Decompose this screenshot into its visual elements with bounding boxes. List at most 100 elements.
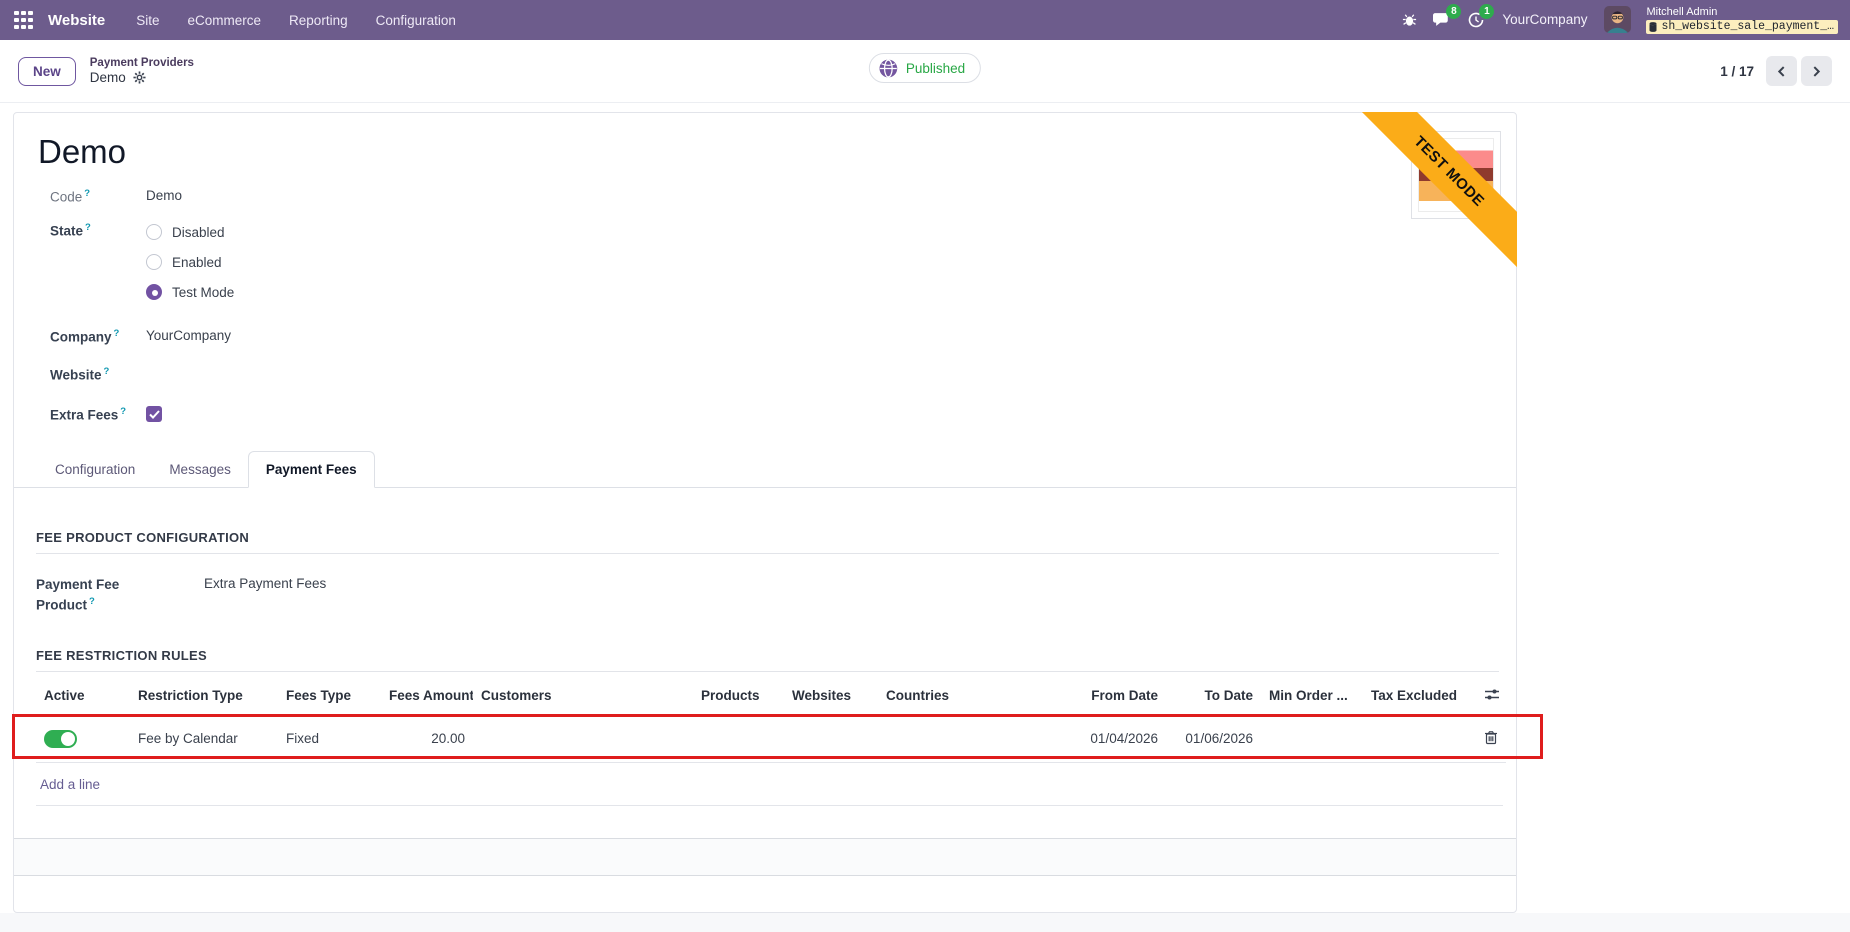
provider-image[interactable] [1411, 131, 1501, 219]
col-from-date[interactable]: From Date [956, 678, 1166, 716]
breadcrumb: Payment Providers Demo [90, 57, 194, 85]
company-label: Company [50, 330, 112, 345]
globe-icon [879, 59, 898, 78]
field-extra-fees: Extra Fees? [50, 406, 1516, 426]
cell-fees-type[interactable]: Fixed [278, 715, 381, 762]
database-badge: sh_website_sale_payment_… [1646, 20, 1838, 35]
delete-row-icon[interactable] [1484, 730, 1498, 745]
col-to-date[interactable]: To Date [1166, 678, 1261, 716]
website-label: Website [50, 368, 102, 383]
top-navbar: Website Site eCommerce Reporting Configu… [0, 0, 1850, 40]
extra-fees-help-icon[interactable]: ? [120, 406, 126, 417]
form-view: TEST MODE Demo Code? Demo State? Disable… [0, 112, 1850, 932]
new-button[interactable]: New [18, 57, 76, 86]
state-option-disabled[interactable]: Disabled [146, 222, 234, 242]
messages-count-badge: 8 [1446, 4, 1461, 19]
form-sheet: TEST MODE Demo Code? Demo State? Disable… [13, 112, 1517, 913]
breadcrumb-current: Demo [90, 70, 126, 85]
database-icon [1649, 22, 1657, 32]
field-code: Code? Demo [50, 188, 1516, 208]
col-products[interactable]: Products [693, 678, 784, 716]
radio-test-mode[interactable] [146, 284, 162, 300]
company-help-icon[interactable]: ? [114, 328, 120, 339]
published-toggle[interactable]: Published [869, 53, 981, 83]
list-footer-stripe [14, 838, 1516, 876]
fee-rule-row[interactable]: Fee by Calendar Fixed 20.00 01/04/2026 0… [36, 715, 1506, 762]
field-company: Company? YourCompany [50, 328, 1516, 348]
col-customers[interactable]: Customers [473, 678, 693, 716]
tab-messages[interactable]: Messages [152, 452, 248, 487]
pager-count: 1 / 17 [1720, 64, 1754, 79]
cell-tax-excluded[interactable] [1363, 715, 1476, 762]
menu-configuration[interactable]: Configuration [365, 8, 467, 33]
code-value: Demo [146, 188, 182, 208]
col-active[interactable]: Active [36, 678, 130, 716]
activity-count-badge: 1 [1479, 4, 1494, 19]
state-option-enabled[interactable]: Enabled [146, 252, 234, 272]
checkmark-icon [149, 410, 160, 419]
tab-payment-fees[interactable]: Payment Fees [248, 451, 375, 488]
pager-next-button[interactable] [1801, 56, 1832, 86]
col-websites[interactable]: Websites [784, 678, 878, 716]
user-menu[interactable]: Mitchell Admin sh_website_sale_payment_… [1646, 6, 1838, 35]
tab-configuration[interactable]: Configuration [38, 452, 152, 487]
cell-restriction-type[interactable]: Fee by Calendar [130, 715, 278, 762]
field-state: State? Disabled Enabled Test Mode [50, 222, 1516, 302]
field-payment-fee-product: Payment Fee Product? Extra Payment Fees [36, 576, 1499, 615]
website-help-icon[interactable]: ? [104, 366, 110, 377]
extra-fees-label: Extra Fees [50, 408, 118, 423]
state-help-icon[interactable]: ? [85, 222, 91, 233]
add-a-line-link[interactable]: Add a line [36, 763, 1503, 806]
col-fees-amount[interactable]: Fees Amount [381, 678, 473, 716]
cell-to-date[interactable]: 01/06/2026 [1166, 715, 1261, 762]
company-switcher[interactable]: YourCompany [1502, 12, 1587, 27]
messages-icon[interactable]: 8 [1433, 11, 1452, 28]
pager-previous-button[interactable] [1766, 56, 1797, 86]
gear-icon[interactable] [133, 71, 146, 84]
cell-fees-amount[interactable]: 20.00 [381, 715, 473, 762]
col-min-order[interactable]: Min Order ... [1261, 678, 1363, 716]
payment-fee-product-label: Payment Fee Product [36, 577, 119, 612]
payment-fee-product-help-icon[interactable]: ? [89, 596, 95, 607]
cell-products[interactable] [693, 715, 784, 762]
menu-reporting[interactable]: Reporting [278, 8, 359, 33]
fee-rules-table: Active Restriction Type Fees Type Fees A… [36, 678, 1506, 763]
code-help-icon[interactable]: ? [84, 188, 90, 199]
published-label: Published [906, 61, 965, 76]
table-header-row: Active Restriction Type Fees Type Fees A… [36, 678, 1506, 716]
activity-clock-icon[interactable]: 1 [1467, 11, 1485, 29]
col-tax-excluded[interactable]: Tax Excluded [1363, 678, 1476, 716]
state-option-test-mode[interactable]: Test Mode [146, 282, 234, 302]
apps-grid-icon[interactable] [14, 11, 33, 30]
extra-fees-checkbox[interactable] [146, 406, 162, 422]
field-website: Website? [50, 366, 1516, 386]
menu-ecommerce[interactable]: eCommerce [177, 8, 273, 33]
debug-bug-icon[interactable] [1401, 11, 1418, 28]
user-name: Mitchell Admin [1646, 6, 1838, 19]
state-label: State [50, 224, 83, 239]
app-name[interactable]: Website [48, 12, 105, 29]
col-restriction-type[interactable]: Restriction Type [130, 678, 278, 716]
code-label: Code [50, 190, 82, 205]
payment-fee-product-value[interactable]: Extra Payment Fees [204, 576, 326, 615]
company-value[interactable]: YourCompany [146, 328, 231, 348]
cell-websites[interactable] [784, 715, 878, 762]
cell-customers[interactable] [473, 715, 693, 762]
optional-columns-icon[interactable] [1476, 678, 1506, 716]
radio-disabled[interactable] [146, 224, 162, 240]
section-fee-restriction-rules: FEE RESTRICTION RULES [36, 648, 1499, 672]
page-title: Demo [38, 131, 1516, 172]
section-fee-product-configuration: FEE PRODUCT CONFIGURATION [36, 530, 1499, 554]
col-countries[interactable]: Countries [878, 678, 956, 716]
col-fees-type[interactable]: Fees Type [278, 678, 381, 716]
avatar[interactable] [1604, 6, 1631, 33]
cell-from-date[interactable]: 01/04/2026 [956, 715, 1166, 762]
breadcrumb-parent[interactable]: Payment Providers [90, 57, 194, 69]
cell-countries[interactable] [878, 715, 956, 762]
cell-min-order[interactable] [1261, 715, 1363, 762]
menu-site[interactable]: Site [125, 8, 170, 33]
active-toggle[interactable] [44, 730, 77, 748]
pager: 1 / 17 [1720, 56, 1832, 86]
notebook-tabs: Configuration Messages Payment Fees [14, 451, 1516, 488]
radio-enabled[interactable] [146, 254, 162, 270]
